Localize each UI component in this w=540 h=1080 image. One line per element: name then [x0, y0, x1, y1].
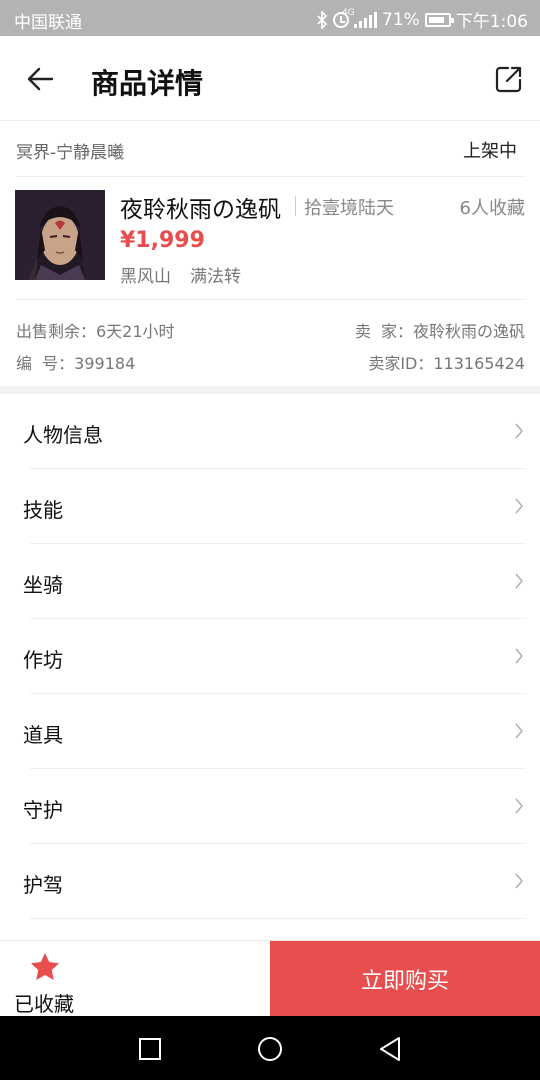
menu-item-label: 作坊	[23, 648, 63, 672]
bottom-action-bar: 已收藏 立即购买	[0, 940, 540, 1017]
menu-item-items[interactable]: 道具	[0, 694, 540, 769]
menu-item-label: 人物信息	[23, 423, 103, 447]
star-icon	[31, 953, 59, 980]
menu-item-workshop[interactable]: 作坊	[0, 619, 540, 694]
seller-name: 卖 家：夜聆秋雨の逸矾	[354, 322, 525, 341]
recent-apps-icon[interactable]	[135, 1034, 165, 1064]
chevron-right-icon	[515, 648, 523, 664]
price: ¥1,999	[120, 228, 205, 253]
section-gap	[0, 386, 540, 394]
tag: 黑风山	[120, 267, 171, 287]
menu-item-mounts[interactable]: 坐骑	[0, 544, 540, 619]
server-name: 冥界-宁静晨曦	[16, 143, 125, 163]
share-external-icon[interactable]	[494, 64, 524, 94]
favorite-button[interactable]: 已收藏	[0, 941, 270, 1017]
chevron-right-icon	[515, 498, 523, 514]
seller-id: 卖家ID：113165424	[368, 354, 525, 373]
carrier-name: 中国联通	[14, 13, 82, 33]
home-icon[interactable]	[255, 1034, 285, 1064]
menu-item-label: 坐骑	[23, 573, 63, 597]
character-zone: 拾壹境陆天	[304, 198, 394, 219]
menu-item-label: 道具	[23, 723, 63, 747]
status-bar: 中国联通 4G 71% 下午1:06	[0, 0, 540, 36]
character-avatar	[15, 190, 105, 280]
back-triangle-icon[interactable]	[375, 1034, 405, 1064]
page-title: 商品详情	[91, 67, 204, 100]
arrow-left-icon[interactable]	[22, 60, 62, 100]
favorite-count: 6人收藏	[459, 198, 525, 219]
time-left: 出售剩余：6天21小时	[16, 322, 175, 341]
menu-item-label: 技能	[23, 498, 63, 522]
chevron-right-icon	[515, 723, 523, 739]
battery-percent: 71%	[382, 9, 420, 30]
divider	[16, 299, 526, 300]
chevron-right-icon	[515, 423, 523, 439]
menu-item-label: 护驾	[23, 873, 63, 897]
chevron-right-icon	[515, 573, 523, 589]
menu-item-character-info[interactable]: 人物信息	[0, 394, 540, 469]
chevron-right-icon	[515, 798, 523, 814]
favorite-label: 已收藏	[14, 992, 74, 1016]
battery-icon	[424, 12, 454, 27]
tag: 满法转	[190, 267, 241, 287]
network-type: 4G	[342, 7, 355, 18]
buy-now-button[interactable]: 立即购买	[270, 941, 540, 1017]
serial-number: 编 号：399184	[16, 354, 136, 373]
app-header: 商品详情	[0, 36, 540, 121]
character-name: 夜聆秋雨の逸矾	[120, 197, 281, 223]
menu-item-guardian[interactable]: 守护	[0, 769, 540, 844]
server-row: 冥界-宁静晨曦 上架中	[0, 121, 540, 176]
system-nav-bar	[0, 1016, 540, 1080]
listing-status: 上架中	[463, 141, 517, 162]
bluetooth-icon	[317, 10, 328, 29]
divider	[30, 918, 526, 919]
character-tags: 黑风山 满法转	[120, 262, 241, 287]
status-icons: 4G 71% 下午1:06	[316, 7, 528, 32]
menu-item-label: 守护	[23, 798, 63, 822]
separator	[295, 196, 296, 216]
divider	[16, 176, 526, 177]
clock: 下午1:06	[455, 12, 528, 32]
menu-item-escort[interactable]: 护驾	[0, 844, 540, 919]
menu-item-skills[interactable]: 技能	[0, 469, 540, 544]
signal-icon: 4G	[342, 8, 378, 28]
detail-menu: 人物信息 技能 坐骑 作坊 道具 守护 护驾	[0, 394, 540, 919]
chevron-right-icon	[515, 873, 523, 889]
